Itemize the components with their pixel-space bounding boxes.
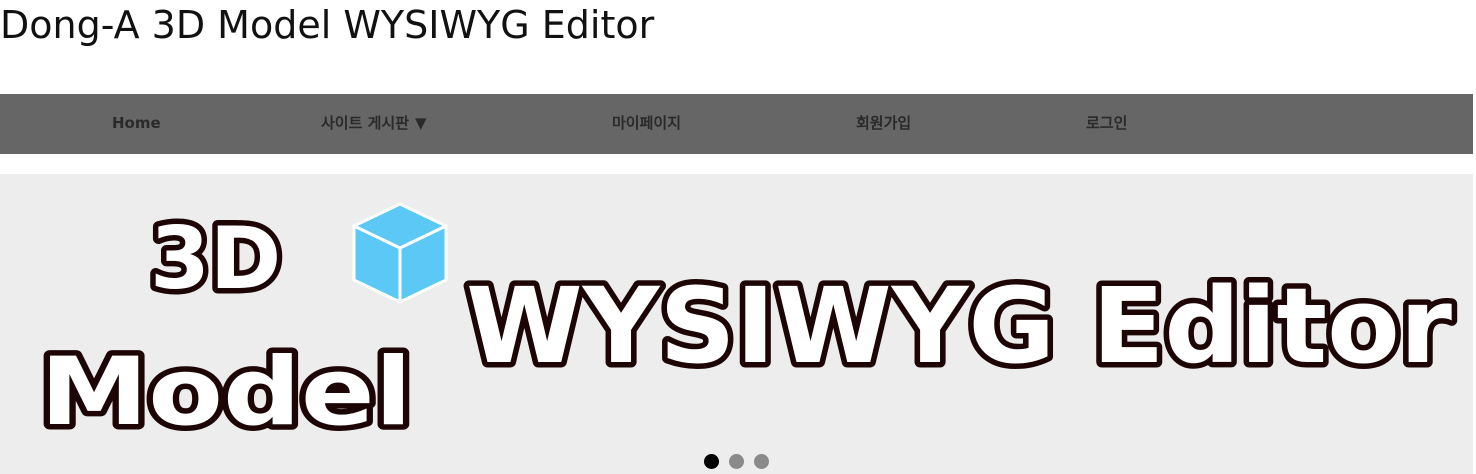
main-navbar: Home 사이트 게시판 ▼ 마이페이지 회원가입 로그인 xyxy=(0,94,1473,154)
banner-carousel[interactable]: 3D Model WYSIWYG Editor xyxy=(0,174,1473,474)
banner-image: 3D Model WYSIWYG Editor xyxy=(35,202,1458,453)
nav-home[interactable]: Home xyxy=(112,94,161,154)
carousel-dot-1[interactable] xyxy=(704,454,719,469)
nav-signup[interactable]: 회원가입 xyxy=(856,94,911,154)
banner-text-3d: 3D xyxy=(150,209,281,309)
site-title: Dong-A 3D Model WYSIWYG Editor xyxy=(0,3,655,47)
dropdown-caret-icon: ▼ xyxy=(415,114,427,132)
nav-login[interactable]: 로그인 xyxy=(1086,94,1127,154)
carousel-dot-2[interactable] xyxy=(729,454,744,469)
banner-text-headline: WYSIWYG Editor xyxy=(466,265,1452,387)
carousel-dot-3[interactable] xyxy=(754,454,769,469)
cube-icon xyxy=(352,202,448,304)
nav-site-board[interactable]: 사이트 게시판 ▼ xyxy=(321,94,427,154)
banner-text-model: Model xyxy=(40,338,412,447)
nav-mypage[interactable]: 마이페이지 xyxy=(612,94,681,154)
nav-site-board-label: 사이트 게시판 xyxy=(321,114,410,132)
